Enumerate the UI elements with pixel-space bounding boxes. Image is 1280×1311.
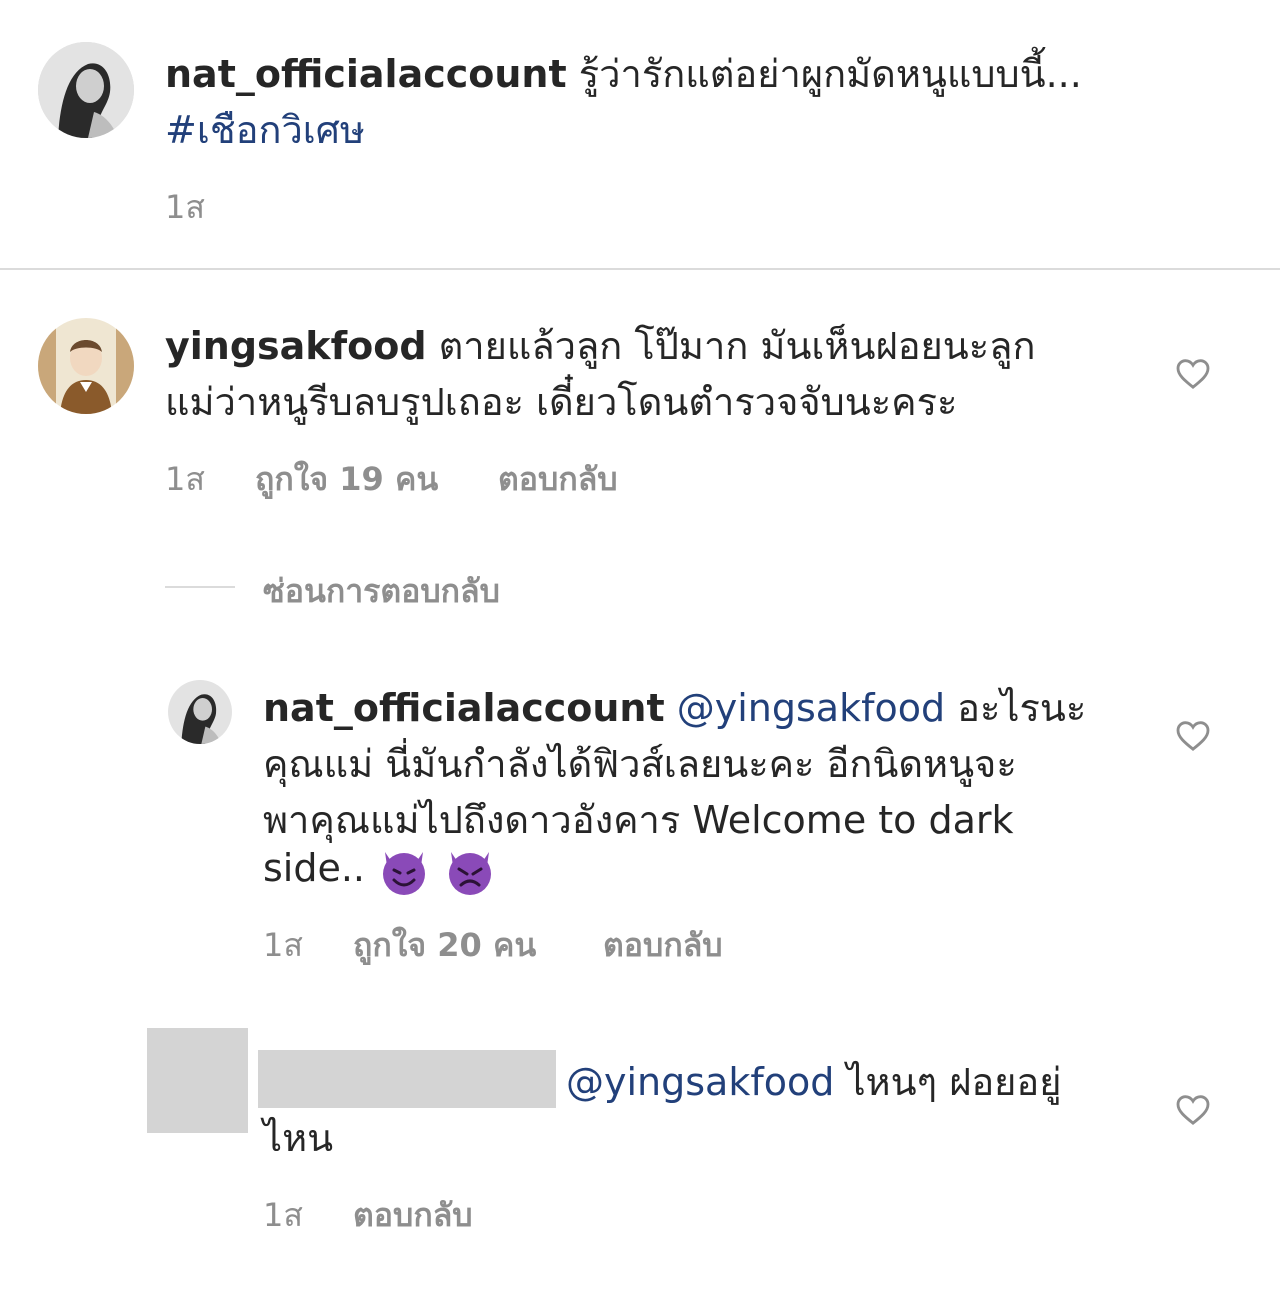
comment-username[interactable]: yingsakfood	[165, 324, 427, 368]
post-author-username[interactable]: nat_officialaccount	[165, 52, 567, 96]
reply-line4-text: side..	[263, 846, 366, 890]
comment-body-line1: ตายแล้วลูก โป๊มาก มันเห็นฝอยนะลูก	[438, 324, 1036, 368]
third-line1-tail: ไหนๆ ฝอยอยู่	[846, 1060, 1062, 1104]
third-line2: ไหน	[263, 1116, 334, 1160]
reply-mention[interactable]: @yingsakfood	[677, 686, 945, 730]
comment-text: yingsakfood ตายแล้วลูก โป๊มาก มันเห็นฝอย…	[165, 318, 1125, 374]
angry-devil-emoji-icon	[443, 844, 497, 898]
third-line1: @yingsakfood ไหนๆ ฝอยอยู่	[566, 1054, 1146, 1110]
heart-outline-icon[interactable]	[1173, 353, 1213, 393]
post-time: 1ส	[165, 188, 205, 226]
post-caption-text: รู้ว่ารักแต่อย่าผูกมัดหนูแบบนี้...	[578, 52, 1082, 96]
reply-line2: คุณแม่ นี่มันกำลังได้ฟิวส์เลยนะคะ อีกนิด…	[263, 742, 1017, 786]
reply-line1-tail: อะไรนะ	[957, 686, 1087, 730]
comment-likes[interactable]: ถูกใจ 19 คน	[255, 454, 438, 505]
comment-avatar[interactable]	[38, 318, 134, 414]
post-author-avatar[interactable]	[38, 42, 134, 138]
censored-username	[258, 1050, 556, 1108]
reply-likes[interactable]: ถูกใจ 20 คน	[353, 920, 536, 971]
reply-username[interactable]: nat_officialaccount	[263, 686, 665, 730]
third-time: 1ส	[263, 1196, 303, 1234]
divider	[0, 268, 1280, 270]
post-caption: nat_officialaccount รู้ว่ารักแต่อย่าผูกม…	[165, 46, 1245, 102]
comment-time: 1ส	[165, 460, 205, 498]
reply-time: 1ส	[263, 926, 303, 964]
smiling-devil-emoji-icon	[377, 844, 431, 898]
reply-reply-button[interactable]: ตอบกลับ	[603, 920, 723, 971]
third-reply-button[interactable]: ตอบกลับ	[353, 1190, 473, 1241]
reply-line1: nat_officialaccount @yingsakfood อะไรนะ	[263, 680, 1143, 736]
censored-avatar	[147, 1028, 248, 1133]
post-hashtag[interactable]: #เชือกวิเศษ	[165, 102, 365, 158]
heart-outline-icon[interactable]	[1173, 715, 1213, 755]
third-mention[interactable]: @yingsakfood	[566, 1060, 834, 1104]
hide-replies-line	[165, 586, 235, 588]
comment-reply-button[interactable]: ตอบกลับ	[498, 454, 618, 505]
heart-outline-icon[interactable]	[1173, 1089, 1213, 1129]
reply-line4: side..	[263, 840, 1143, 898]
comment-body-line2: แม่ว่าหนูรีบลบรูปเถอะ เดี๋ยวโดนตำรวจจับน…	[165, 380, 958, 424]
hide-replies-button[interactable]: ซ่อนการตอบกลับ	[263, 566, 500, 617]
reply-avatar[interactable]	[168, 680, 232, 744]
